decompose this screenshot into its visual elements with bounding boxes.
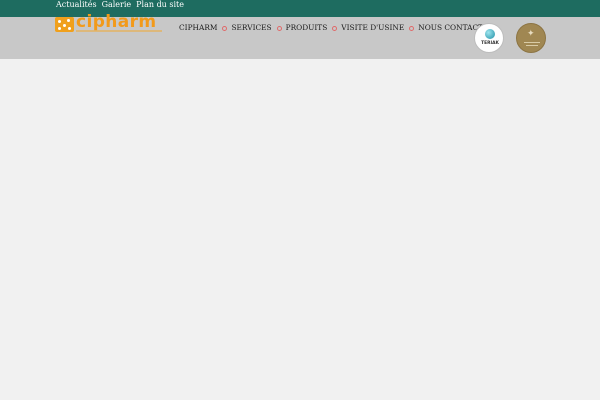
top-links: Actualités Galerie Plan du site (56, 0, 184, 11)
gold-seal-logo[interactable]: ✦ (516, 23, 546, 53)
logo-tagline (76, 30, 162, 32)
nav-item-produits[interactable]: PRODUITS (286, 23, 328, 33)
main-nav: CIPHARM SERVICES PRODUITS VISITE D'USINE… (179, 23, 494, 33)
teriak-logo-text: TERIAK (481, 41, 499, 46)
circle-bullet-icon (409, 25, 415, 31)
cipharm-logo[interactable]: cipharm (55, 13, 163, 34)
page-content (0, 59, 600, 400)
molecule-icon (55, 17, 74, 32)
star-icon: ✦ (527, 29, 535, 39)
circle-bullet-icon (222, 25, 228, 31)
topbar-link-plan-du-site[interactable]: Plan du site (136, 0, 184, 11)
seal-line (526, 45, 538, 46)
logo-text: cipharm (76, 12, 157, 32)
seal-line (524, 42, 540, 43)
nav-item-visite-usine[interactable]: VISITE D'USINE (341, 23, 404, 33)
site-header: cipharm CIPHARM SERVICES PRODUITS VISITE… (0, 13, 600, 59)
nav-item-services[interactable]: SERVICES (231, 23, 271, 33)
circle-bullet-icon (332, 25, 338, 31)
topbar-link-actualites[interactable]: Actualités (56, 0, 97, 11)
nav-item-cipharm[interactable]: CIPHARM (179, 23, 217, 33)
teriak-logo[interactable]: TERIAK (474, 23, 504, 53)
globe-icon (485, 29, 495, 39)
topbar-link-galerie[interactable]: Galerie (102, 0, 132, 11)
circle-bullet-icon (276, 25, 282, 31)
